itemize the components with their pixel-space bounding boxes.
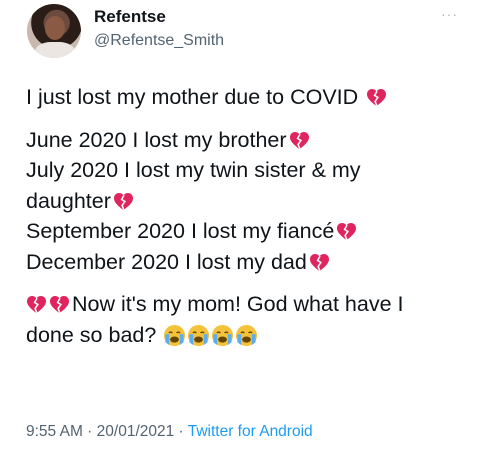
- tweet-line: December 2020 I lost my dad: [26, 247, 466, 278]
- loudly-crying-face-icon: [211, 324, 234, 347]
- tweet-line: done so bad?: [26, 320, 466, 351]
- meta-separator: ·: [174, 423, 188, 440]
- loudly-crying-face-icon: [187, 324, 210, 347]
- tweet-line: I just lost my mother due to COVID: [26, 82, 466, 113]
- more-dots-icon[interactable]: ···: [441, 6, 458, 22]
- tweet-source-link[interactable]: Twitter for Android: [188, 423, 313, 440]
- avatar-shirt: [35, 42, 75, 58]
- tweet-line: Now it's my mom! God what have I: [26, 289, 466, 320]
- avatar-face: [45, 16, 65, 40]
- loudly-crying-face-icon: [163, 324, 186, 347]
- broken-heart-icon: [113, 192, 134, 211]
- tweet-time[interactable]: 9:55 AM: [26, 423, 83, 440]
- tweet-line-text: December 2020 I lost my dad: [26, 249, 307, 274]
- tweet-line-text: July 2020 I lost my twin sister & my: [26, 158, 361, 182]
- tweet-metadata: 9:55 AM · 20/01/2021 · Twitter for Andro…: [26, 422, 313, 442]
- tweet-date[interactable]: 20/01/2021: [97, 423, 175, 440]
- tweet-line: daughter: [26, 186, 466, 217]
- tweet-line-text: done so bad?: [26, 322, 157, 347]
- tweet-text: I just lost my mother due to COVID June …: [26, 82, 466, 350]
- author-display-name[interactable]: Refentse: [94, 7, 166, 27]
- tweet-line-text: daughter: [26, 188, 111, 213]
- broken-heart-icon: [336, 222, 357, 241]
- broken-heart-icon: [289, 131, 310, 150]
- meta-separator: ·: [82, 423, 97, 440]
- broken-heart-icon: [366, 88, 387, 107]
- avatar[interactable]: [27, 4, 81, 58]
- broken-heart-icon: [49, 295, 70, 314]
- broken-heart-icon: [309, 253, 330, 272]
- tweet-line-text: September 2020 I lost my fiancé: [26, 219, 335, 243]
- author-handle[interactable]: @Refentse_Smith: [94, 31, 224, 51]
- tweet-line-text: I just lost my mother due to COVID: [26, 85, 359, 109]
- tweet-line: June 2020 I lost my brother: [26, 125, 466, 156]
- broken-heart-icon: [26, 295, 47, 314]
- tweet-line-text: June 2020 I lost my brother: [26, 127, 287, 152]
- loudly-crying-face-icon: [235, 324, 258, 347]
- tweet-line: July 2020 I lost my twin sister & my: [26, 155, 466, 186]
- tweet-line: September 2020 I lost my fiancé: [26, 216, 466, 247]
- tweet-line-text: Now it's my mom! God what have I: [72, 292, 404, 316]
